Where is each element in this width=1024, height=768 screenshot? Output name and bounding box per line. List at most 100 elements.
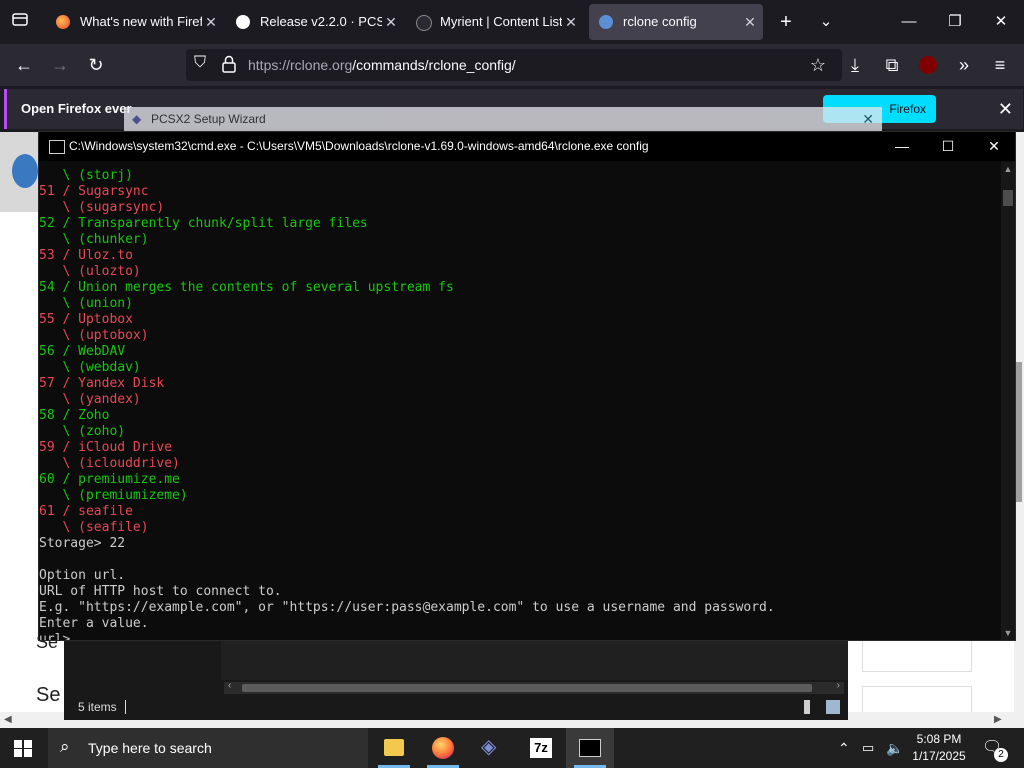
navigation-toolbar: ← → ↻ ⛉ https://rclone.org/commands/rclo… — [0, 44, 1024, 86]
pcsx2-icon[interactable]: ◈ — [468, 728, 516, 768]
explorer-content-pane — [221, 640, 848, 680]
scroll-left-icon[interactable]: ‹ — [228, 680, 231, 691]
console-line: \ (iclouddrive) — [39, 456, 180, 472]
file-explorer-window: ‹ › 5 items — [64, 640, 848, 720]
lock-icon[interactable] — [222, 55, 236, 78]
console-line-text: \ (yandex) — [39, 392, 141, 407]
console-line-text: E.g. "https://example.com", or "https://… — [39, 600, 775, 615]
shield-icon[interactable]: ⛉ — [194, 54, 206, 72]
console-line: \ (seafile) — [39, 520, 148, 536]
scroll-right-icon[interactable]: › — [837, 680, 840, 691]
console-line-text: \ (premiumizeme) — [39, 488, 188, 503]
minimize-icon[interactable]: — — [886, 0, 932, 44]
close-tab-icon[interactable]: ✕ — [384, 4, 398, 40]
close-icon[interactable]: ✕ — [998, 89, 1013, 129]
console-line-text: 53 / Uloz.to — [39, 248, 133, 263]
downloads-icon[interactable]: ⤓ — [843, 53, 867, 77]
setup-wizard-titlebar[interactable]: ◆ PCSX2 Setup Wizard ✕ — [124, 107, 882, 132]
console-line: 61 / seafile — [39, 504, 133, 520]
tiles-view-icon[interactable] — [826, 700, 840, 714]
show-hidden-icons-chevron-icon[interactable]: ⌃ — [838, 728, 850, 768]
reload-icon[interactable]: ↻ — [84, 53, 108, 77]
page-box — [862, 640, 972, 672]
scroll-thumb[interactable] — [242, 684, 812, 692]
url-path: /commands/rclone_config/ — [352, 57, 516, 73]
explorer-horizontal-scrollbar[interactable]: ‹ › — [224, 680, 844, 694]
console-line-text: \ (webdav) — [39, 360, 141, 375]
taskbar-clock[interactable]: 5:08 PM 1/17/2025 — [906, 731, 972, 765]
console-line: Storage> 22 — [39, 536, 125, 552]
console-line-text: \ (uptobox) — [39, 328, 149, 343]
scroll-right-icon[interactable]: ▶ — [994, 712, 1002, 728]
status-divider — [125, 700, 126, 714]
tab-whats-new[interactable]: What's new with Firefox ✕ — [46, 4, 224, 40]
bookmark-star-icon[interactable]: ☆ — [806, 53, 830, 77]
tab-myrient[interactable]: Myrient | Content Listing ✕ — [406, 4, 584, 40]
windows-start-icon[interactable] — [14, 740, 32, 757]
scroll-down-icon[interactable]: ▼ — [1001, 628, 1015, 638]
close-tab-icon[interactable]: ✕ — [204, 4, 218, 40]
console-line-text: 51 / Sugarsync — [39, 184, 149, 199]
console-line: 60 / premiumize.me — [39, 472, 180, 488]
console-line-text: \ (iclouddrive) — [39, 456, 180, 471]
firefox-icon — [56, 15, 70, 29]
maximize-icon[interactable]: ☐ — [925, 132, 971, 161]
back-arrow-icon[interactable]: ← — [12, 53, 36, 77]
console-line: 56 / WebDAV — [39, 344, 125, 360]
forward-arrow-icon[interactable]: → — [48, 53, 72, 77]
tab-pcsx2-release[interactable]: Release v2.2.0 · PCSX2/pcsx2 ✕ — [226, 4, 404, 40]
details-view-icon[interactable] — [804, 700, 810, 714]
close-tab-icon[interactable]: ✕ — [743, 4, 757, 40]
scroll-up-icon[interactable]: ▲ — [1001, 164, 1015, 174]
page-scroll-thumb[interactable] — [1016, 362, 1022, 502]
hamburger-menu-icon[interactable]: ≡ — [988, 53, 1012, 77]
overflow-chevrons-icon[interactable]: » — [952, 53, 976, 77]
ublock-icon[interactable] — [916, 53, 940, 77]
console-line: 55 / Uptobox — [39, 312, 133, 328]
console-line-text: 55 / Uptobox — [39, 312, 133, 327]
url-bar[interactable]: ⛉ https://rclone.org/commands/rclone_con… — [186, 49, 842, 81]
cmd-title: C:\Windows\system32\cmd.exe - C:\Users\V… — [69, 139, 649, 153]
console-line: \ (premiumizeme) — [39, 488, 188, 504]
taskbar-search-box[interactable]: ⌕ Type here to search — [48, 728, 368, 768]
console-line: Option url. — [39, 568, 125, 584]
cmd-titlebar[interactable]: C:\Windows\system32\cmd.exe - C:\Users\V… — [39, 132, 1015, 161]
browser-tab-strip: What's new with Firefox ✕ Release v2.2.0… — [0, 0, 1024, 44]
7-zip-icon[interactable]: 7z — [517, 728, 565, 768]
scroll-thumb[interactable] — [1003, 190, 1013, 206]
url-text[interactable]: https://rclone.org/commands/rclone_confi… — [248, 49, 516, 81]
chevron-down-icon[interactable]: ⌄ — [803, 0, 849, 44]
console-line: \ (ulozto) — [39, 264, 140, 280]
extensions-icon[interactable]: ⧉ — [880, 53, 904, 77]
file-explorer-icon[interactable] — [370, 728, 418, 768]
network-icon[interactable]: ▭ — [862, 728, 874, 768]
close-window-icon[interactable]: ✕ — [971, 132, 1017, 161]
pcsx2-icon: ◆ — [132, 112, 142, 126]
console-line: 59 / iCloud Drive — [39, 440, 172, 456]
cmd-vertical-scrollbar[interactable]: ▲ ▼ — [1001, 162, 1015, 640]
console-line: URL of HTTP host to connect to. — [39, 584, 282, 600]
minimize-icon[interactable]: — — [879, 132, 925, 161]
rclone-logo-icon — [12, 154, 38, 188]
close-window-icon[interactable]: ✕ — [978, 0, 1024, 44]
console-line-text: 58 / Zoho — [39, 408, 110, 423]
console-line-text: 60 / premiumize.me — [39, 472, 180, 487]
command-prompt-icon[interactable] — [566, 728, 614, 768]
clock-date: 1/17/2025 — [912, 749, 966, 763]
clock-time: 5:08 PM — [916, 732, 962, 746]
firefox-icon[interactable] — [419, 728, 467, 768]
console-line-text: 59 / iCloud Drive — [39, 440, 173, 455]
volume-muted-icon[interactable]: 🔈 — [886, 728, 903, 768]
close-icon[interactable]: ✕ — [862, 107, 874, 132]
console-output[interactable]: \ (storj) 51 / Sugarsync \ (sugarsync) 52 … — [39, 162, 1001, 640]
cmd-icon — [49, 140, 65, 154]
scroll-left-icon[interactable]: ◀ — [4, 712, 12, 728]
tab-rclone-config[interactable]: rclone config ✕ — [589, 4, 763, 40]
cmd-window: C:\Windows\system32\cmd.exe - C:\Users\V… — [38, 131, 1016, 641]
console-line: \ (sugarsync) — [39, 200, 164, 216]
console-line-text: Storage> 22 — [39, 536, 126, 551]
console-line-text: \ (storj) — [39, 168, 133, 183]
firefox-view-icon[interactable] — [8, 10, 32, 34]
restore-icon[interactable]: ❐ — [932, 0, 978, 44]
close-tab-icon[interactable]: ✕ — [564, 4, 578, 40]
